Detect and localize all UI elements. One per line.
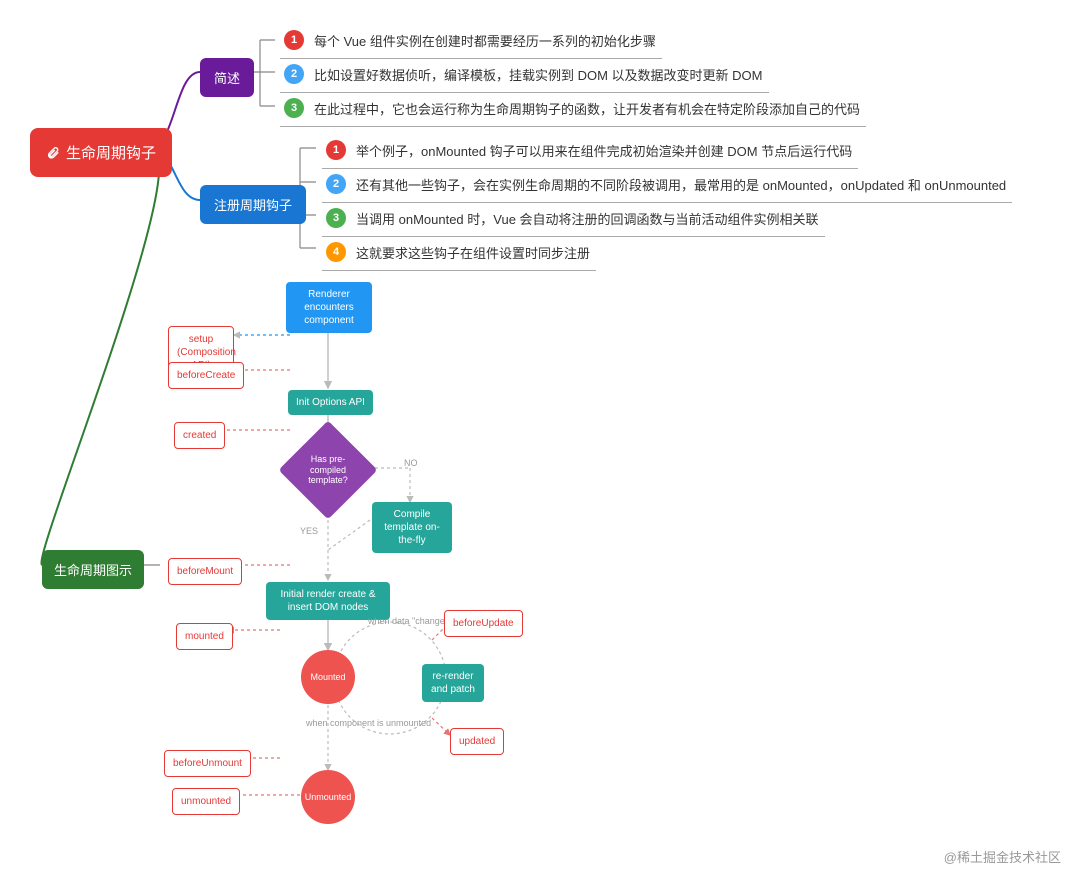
flow-rerender: re-render and patch bbox=[422, 664, 484, 702]
flow-decision: Has pre-compiled template? bbox=[293, 435, 363, 505]
label-no: NO bbox=[404, 458, 418, 468]
label-yes: YES bbox=[300, 526, 318, 536]
register-item-1: 1举个例子，onMounted 钩子可以用来在组件完成初始渲染并创建 DOM 节… bbox=[322, 136, 858, 169]
flow-unmounted-state: Unmounted bbox=[301, 770, 355, 824]
register-item-2: 2还有其他一些钩子，会在实例生命周期的不同阶段被调用，最常用的是 onMount… bbox=[322, 170, 1012, 203]
summary-item-1: 1每个 Vue 组件实例在创建时都需要经历一系列的初始化步骤 bbox=[280, 26, 662, 59]
node-summary[interactable]: 简述 bbox=[200, 58, 254, 97]
flow-beforeunmount: beforeUnmount bbox=[164, 750, 251, 777]
summary-item-3: 3在此过程中，它也会运行称为生命周期钩子的函数，让开发者有机会在特定阶段添加自己… bbox=[280, 94, 866, 127]
root-label: 生命周期钩子 bbox=[66, 142, 156, 163]
flow-beforemount: beforeMount bbox=[168, 558, 242, 585]
flow-beforeupdate: beforeUpdate bbox=[444, 610, 523, 637]
register-item-3: 3当调用 onMounted 时，Vue 会自动将注册的回调函数与当前活动组件实… bbox=[322, 204, 825, 237]
flow-updated: updated bbox=[450, 728, 504, 755]
flow-beforecreate: beforeCreate bbox=[168, 362, 244, 389]
flow-mounted-hook: mounted bbox=[176, 623, 233, 650]
summary-item-2: 2比如设置好数据侦听，编译模板，挂载实例到 DOM 以及数据改变时更新 DOM bbox=[280, 60, 769, 93]
node-register[interactable]: 注册周期钩子 bbox=[200, 185, 306, 224]
node-diagram[interactable]: 生命周期图示 bbox=[42, 550, 144, 589]
flow-initoptions: Init Options API bbox=[288, 390, 373, 415]
label-whenunmount: when component is unmounted bbox=[306, 718, 431, 728]
flow-created: created bbox=[174, 422, 225, 449]
label-whendata: when data "changes" bbox=[368, 616, 452, 626]
paperclip-icon bbox=[46, 146, 60, 160]
flow-compile: Compile template on-the-fly bbox=[372, 502, 452, 553]
lifecycle-flowchart: Renderer encounters component setup (Com… bbox=[160, 280, 580, 850]
flow-renderer: Renderer encounters component bbox=[286, 282, 372, 333]
flow-initialrender: Initial render create & insert DOM nodes bbox=[266, 582, 390, 620]
flow-unmounted-hook: unmounted bbox=[172, 788, 240, 815]
flow-mounted-state: Mounted bbox=[301, 650, 355, 704]
root-node[interactable]: 生命周期钩子 bbox=[30, 128, 172, 177]
watermark: @稀土掘金技术社区 bbox=[944, 847, 1061, 866]
register-item-4: 4这就要求这些钩子在组件设置时同步注册 bbox=[322, 238, 596, 271]
